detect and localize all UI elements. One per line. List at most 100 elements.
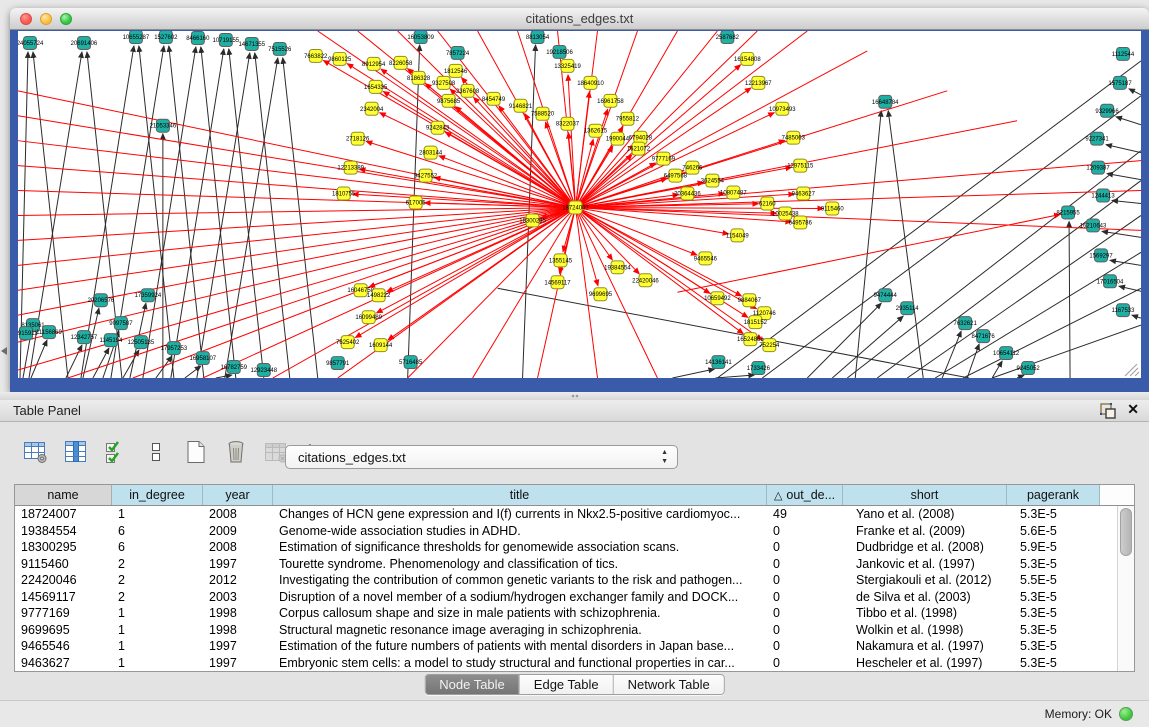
table-row[interactable]: 1872400712008Changes of HCN gene express… — [15, 506, 1117, 523]
cell-out_de[interactable]: 0 — [767, 539, 843, 556]
table-row[interactable]: 911546021997Tourette syndrome. Phenomeno… — [15, 556, 1117, 573]
cell-name[interactable]: 19384554 — [15, 523, 112, 540]
citation-edge[interactable] — [18, 207, 576, 215]
cell-name[interactable]: 9465546 — [15, 638, 112, 655]
citation-edge[interactable] — [576, 31, 758, 207]
edge[interactable] — [942, 331, 961, 378]
cell-pagerank[interactable]: 5.3E-5 — [1007, 589, 1100, 606]
citation-edge[interactable] — [576, 31, 718, 207]
edge[interactable] — [1106, 145, 1141, 153]
table-scrollbar[interactable] — [1117, 506, 1134, 671]
cell-in_degree[interactable]: 2 — [112, 556, 203, 573]
cell-year[interactable]: 1998 — [203, 605, 273, 622]
edge[interactable] — [1107, 174, 1141, 180]
cell-name[interactable]: 18300295 — [15, 539, 112, 556]
edge[interactable] — [1116, 117, 1141, 125]
cell-title[interactable]: Estimation of the future numbers of pati… — [273, 638, 767, 655]
cell-in_degree[interactable]: 6 — [112, 539, 203, 556]
cell-in_degree[interactable]: 1 — [112, 605, 203, 622]
column-header-pagerank[interactable]: pagerank — [1007, 485, 1100, 505]
edge[interactable] — [1102, 231, 1141, 237]
cell-pagerank[interactable]: 5.3E-5 — [1007, 655, 1100, 672]
edge[interactable] — [143, 47, 196, 378]
cell-name[interactable]: 9115460 — [15, 556, 112, 573]
edge[interactable] — [888, 111, 923, 378]
citation-edge[interactable] — [677, 214, 1060, 292]
edge[interactable] — [1112, 201, 1141, 204]
cell-title[interactable]: Genome-wide association studies in ADHD. — [273, 523, 767, 540]
cell-title[interactable]: Changes of HCN gene expression and I(f) … — [273, 506, 767, 523]
cell-title[interactable]: Corpus callosum shape and size in male p… — [273, 605, 767, 622]
cell-pagerank[interactable]: 5.3E-5 — [1007, 638, 1100, 655]
cell-title[interactable]: Embryonic stem cells: a model to study s… — [273, 655, 767, 672]
edge[interactable] — [156, 356, 172, 378]
cell-year[interactable]: 2012 — [203, 572, 273, 589]
table-row[interactable]: 1456911722003Disruption of a novel membe… — [15, 589, 1117, 606]
cell-title[interactable]: Tourette syndrome. Phenomenology and cla… — [273, 556, 767, 573]
row-height-icon[interactable] — [142, 438, 169, 465]
citation-edge[interactable] — [408, 207, 576, 378]
citation-edge[interactable] — [576, 31, 808, 207]
table-row[interactable]: 1830029562008Estimation of significance … — [15, 539, 1117, 556]
edge[interactable] — [283, 58, 318, 378]
edge[interactable] — [169, 46, 204, 378]
float-panel-icon[interactable] — [1099, 403, 1117, 419]
citation-network-graph[interactable]: 2405572420691406106552871527602846616010… — [18, 31, 1141, 378]
canvas-resize-grip[interactable] — [1125, 364, 1139, 376]
edge[interactable] — [1017, 375, 1024, 378]
cell-out_de[interactable]: 0 — [767, 605, 843, 622]
cell-name[interactable]: 22420046 — [15, 572, 112, 589]
citation-edge[interactable] — [576, 207, 744, 333]
cell-short[interactable]: Tibbo et al. (1998) — [843, 605, 1007, 622]
cell-short[interactable]: Franke et al. (2009) — [843, 523, 1007, 540]
delete-column-icon[interactable] — [222, 438, 249, 465]
edge[interactable] — [1129, 89, 1141, 95]
cell-year[interactable]: 1998 — [203, 622, 273, 639]
citation-edge[interactable] — [462, 78, 576, 208]
cell-year[interactable]: 2003 — [203, 589, 273, 606]
cell-title[interactable]: Structural magnetic resonance image aver… — [273, 622, 767, 639]
cell-out_de[interactable]: 49 — [767, 506, 843, 523]
edge[interactable] — [66, 345, 82, 378]
cell-in_degree[interactable]: 1 — [112, 506, 203, 523]
edge[interactable] — [185, 366, 201, 378]
cell-in_degree[interactable]: 1 — [112, 655, 203, 672]
edge[interactable] — [1132, 315, 1141, 318]
close-panel-icon[interactable]: ✕ — [1127, 401, 1139, 418]
cell-pagerank[interactable]: 5.3E-5 — [1007, 605, 1100, 622]
cell-out_de[interactable]: 0 — [767, 572, 843, 589]
edge[interactable] — [197, 53, 250, 378]
column-header-out_de[interactable]: △out_de... — [767, 485, 843, 505]
citation-edge[interactable] — [18, 116, 576, 208]
cell-in_degree[interactable]: 2 — [112, 589, 203, 606]
cell-short[interactable]: Stergiakouli et al. (2012) — [843, 572, 1007, 589]
edge[interactable] — [907, 215, 1141, 378]
citation-edge[interactable] — [576, 161, 1141, 208]
tab-node-table[interactable]: Node Table — [425, 675, 519, 694]
scrollbar-thumb[interactable] — [1120, 508, 1132, 556]
cell-name[interactable]: 9463627 — [15, 655, 112, 672]
table-row[interactable]: 977716911998Corpus callosum shape and si… — [15, 605, 1117, 622]
table-mode-icon[interactable] — [22, 438, 49, 465]
network-canvas[interactable]: 2405572420691406106552871527602846616010… — [18, 31, 1141, 378]
edge[interactable] — [1069, 221, 1070, 378]
column-header-in_degree[interactable]: in_degree — [112, 485, 203, 505]
cell-title[interactable]: Estimation of significance thresholds fo… — [273, 539, 767, 556]
table-selector-dropdown[interactable]: citations_edges.txt ▲▼ — [285, 445, 678, 469]
edge[interactable] — [807, 303, 881, 378]
cell-in_degree[interactable]: 1 — [112, 638, 203, 655]
cell-in_degree[interactable]: 2 — [112, 572, 203, 589]
new-column-icon[interactable] — [182, 438, 209, 465]
table-row[interactable]: 2242004622012Investigating the contribut… — [15, 572, 1117, 589]
cell-out_de[interactable]: 0 — [767, 589, 843, 606]
cell-in_degree[interactable]: 1 — [112, 622, 203, 639]
column-header-year[interactable]: year — [203, 485, 273, 505]
edge[interactable] — [31, 340, 47, 378]
cell-title[interactable]: Investigating the contribution of common… — [273, 572, 767, 589]
edge[interactable] — [847, 151, 1141, 378]
cell-year[interactable]: 1997 — [203, 655, 273, 672]
cell-in_degree[interactable]: 6 — [112, 523, 203, 540]
edge[interactable] — [1110, 260, 1141, 265]
cell-pagerank[interactable]: 5.5E-5 — [1007, 572, 1100, 589]
cell-name[interactable]: 14569117 — [15, 589, 112, 606]
